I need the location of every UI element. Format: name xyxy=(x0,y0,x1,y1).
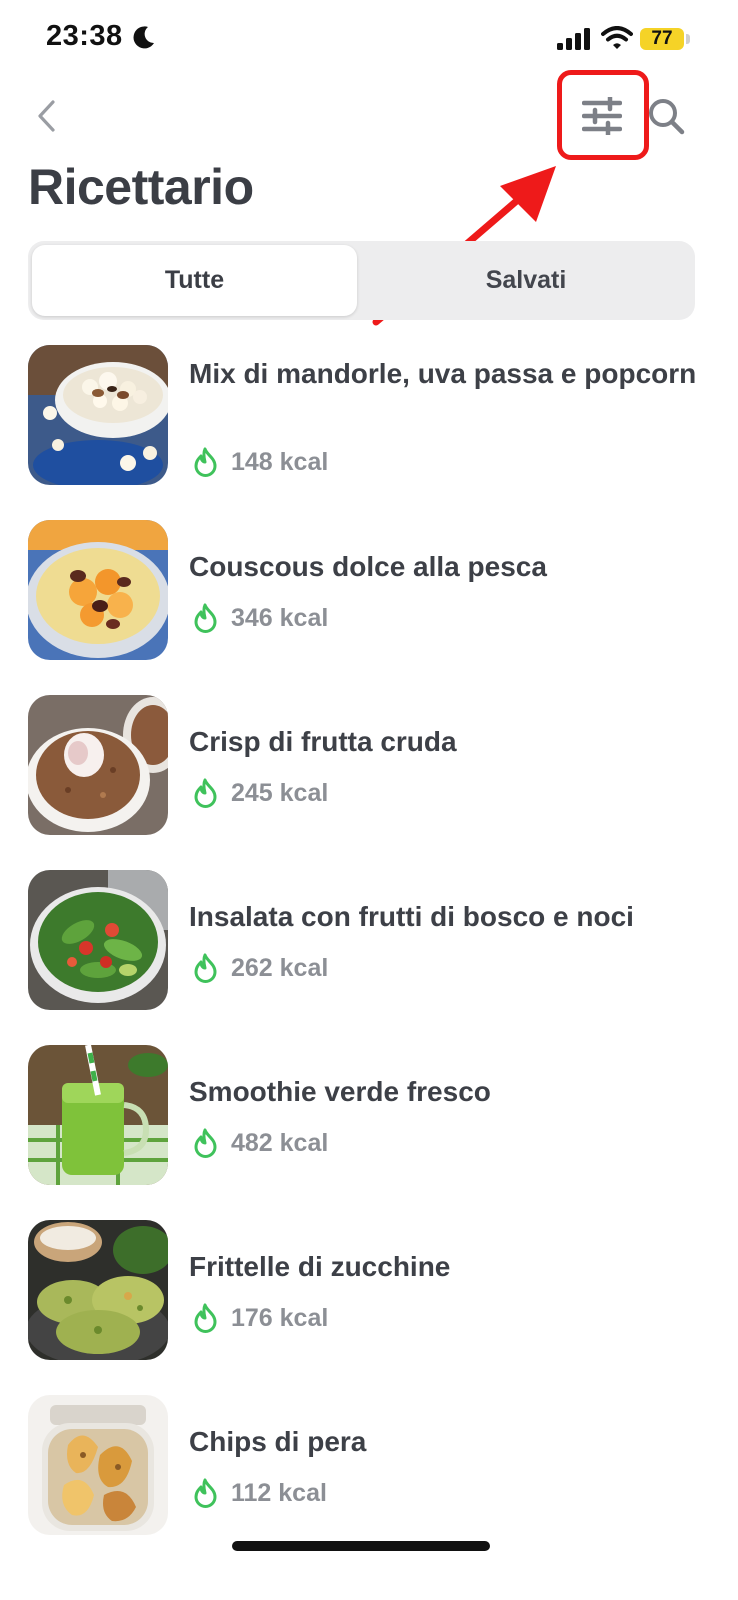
recipe-item[interactable]: Smoothie verde fresco 482 kcal xyxy=(0,1045,738,1195)
recipe-calories: 482 kcal xyxy=(193,1127,328,1159)
search-icon xyxy=(649,99,685,135)
recipe-image xyxy=(28,1220,168,1360)
recipe-image xyxy=(28,1395,168,1535)
wifi-icon xyxy=(601,26,633,49)
recipe-item[interactable]: Couscous dolce alla pesca 346 kcal xyxy=(0,520,738,670)
recipe-image xyxy=(28,695,168,835)
recipe-calories: 262 kcal xyxy=(193,952,328,984)
recipe-item[interactable]: Mix di mandorle, uva passa e popcorn 148… xyxy=(0,345,738,495)
recipe-image xyxy=(28,520,168,660)
filter-button[interactable] xyxy=(574,88,630,144)
back-button[interactable] xyxy=(26,96,66,136)
recipe-name: Couscous dolce alla pesca xyxy=(189,551,547,582)
recipe-item[interactable]: Insalata con frutti di bosco e noci 262 … xyxy=(0,870,738,1020)
recipe-calories: 176 kcal xyxy=(193,1302,328,1334)
segmented-control: Tutte Salvati xyxy=(28,241,695,320)
search-button[interactable] xyxy=(642,92,690,140)
recipe-item[interactable]: Frittelle di zucchine 176 kcal xyxy=(0,1220,738,1370)
kcal-value: 262 kcal xyxy=(231,953,329,982)
battery-tip xyxy=(686,34,690,44)
recipe-item[interactable]: Chips di pera 112 kcal xyxy=(0,1395,738,1545)
recipe-calories: 112 kcal xyxy=(193,1477,327,1509)
recipe-name: Smoothie verde fresco xyxy=(189,1076,491,1107)
flame-icon xyxy=(194,447,217,477)
sliders-icon xyxy=(582,97,622,135)
status-time: 23:38 xyxy=(46,20,123,52)
chevron-left-icon xyxy=(38,100,55,132)
status-bar: 23:38 77 xyxy=(0,0,738,80)
kcal-value: 482 kcal xyxy=(231,1128,329,1157)
kcal-value: 112 kcal xyxy=(231,1478,327,1507)
tab-all[interactable]: Tutte xyxy=(32,245,357,316)
flame-icon xyxy=(194,778,217,808)
flame-icon xyxy=(194,1478,217,1508)
kcal-value: 346 kcal xyxy=(231,603,329,632)
recipe-item[interactable]: Crisp di frutta cruda 245 kcal xyxy=(0,695,738,845)
recipe-calories: 148 kcal xyxy=(193,446,328,478)
kcal-value: 148 kcal xyxy=(231,447,329,476)
moon-icon xyxy=(133,26,154,49)
flame-icon xyxy=(194,1128,217,1158)
recipe-name: Chips di pera xyxy=(189,1426,367,1457)
recipe-image xyxy=(28,1045,168,1185)
signal-icon xyxy=(557,28,590,50)
recipe-image xyxy=(28,870,168,1010)
kcal-value: 245 kcal xyxy=(231,778,329,807)
flame-icon xyxy=(194,603,217,633)
recipe-name: Insalata con frutti di bosco e noci xyxy=(189,901,634,932)
flame-icon xyxy=(194,953,217,983)
recipe-calories: 245 kcal xyxy=(193,777,328,809)
page-title: Ricettario xyxy=(28,159,254,215)
flame-icon xyxy=(194,1303,217,1333)
recipe-name: Crisp di frutta cruda xyxy=(189,726,457,757)
battery-level: 77 xyxy=(651,28,673,49)
tab-saved[interactable]: Salvati xyxy=(361,245,691,316)
recipe-name: Frittelle di zucchine xyxy=(189,1251,451,1282)
recipe-name: Mix di mandorle, uva passa e popcorn xyxy=(189,358,697,389)
kcal-value: 176 kcal xyxy=(231,1303,329,1332)
home-indicator xyxy=(232,1541,490,1551)
recipe-calories: 346 kcal xyxy=(193,602,328,634)
recipe-image xyxy=(28,345,168,485)
